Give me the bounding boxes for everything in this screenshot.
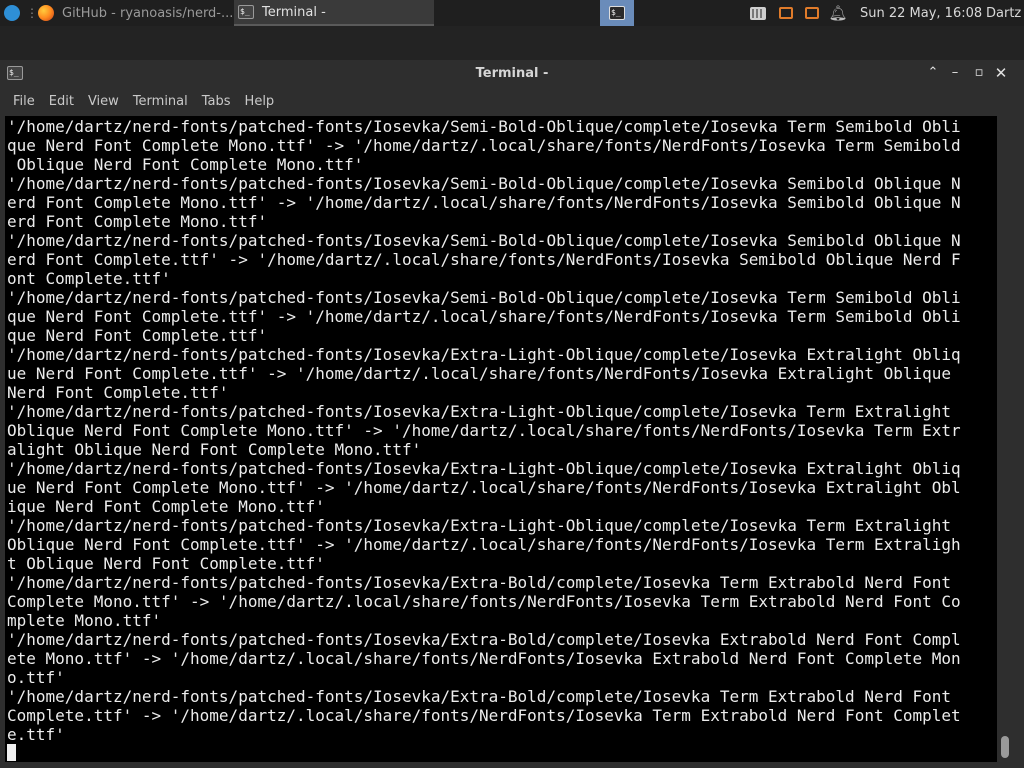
title-bar[interactable]: $_ Terminal - ⌃ – ▫ ✕ [0, 60, 1024, 88]
terminal-line: t Oblique Nerd Font Complete.ttf' [7, 554, 325, 573]
menu-terminal[interactable]: Terminal [126, 94, 195, 109]
terminal-line: erd Font Complete.ttf' -> '/home/dartz/.… [7, 250, 961, 269]
panel-clock[interactable]: Sun 22 May, 16:08 [860, 0, 982, 26]
terminal-line: ete Mono.ttf' -> '/home/dartz/.local/sha… [7, 649, 961, 668]
terminal-scrollbar[interactable] [998, 116, 1012, 762]
terminal-line: alight Oblique Nerd Font Complete Mono.t… [7, 440, 422, 459]
terminal-line: '/home/dartz/nerd-fonts/patched-fonts/Io… [7, 573, 952, 592]
terminal-window: $_ Terminal - ⌃ – ▫ ✕ File Edit View Ter… [0, 60, 1024, 768]
window-title: Terminal - [475, 66, 549, 81]
terminal-line: '/home/dartz/nerd-fonts/patched-fonts/Io… [7, 174, 961, 193]
terminal-output-area[interactable]: '/home/dartz/nerd-fonts/patched-fonts/Io… [5, 116, 997, 762]
terminal-line: ont Complete.ttf' [7, 269, 171, 288]
tray-app-button[interactable] [802, 0, 822, 26]
minimize-button[interactable]: – [946, 64, 964, 82]
terminal-icon: $_ [238, 5, 254, 19]
taskbar-item-github[interactable]: GitHub - ryanoasis/nerd-... [36, 0, 234, 26]
terminal-line: '/home/dartz/nerd-fonts/patched-fonts/Io… [7, 117, 961, 136]
terminal-line: ue Nerd Font Complete Mono.ttf' -> '/hom… [7, 478, 961, 497]
terminal-line: erd Font Complete Mono.ttf' -> '/home/da… [7, 193, 961, 212]
terminal-line: Nerd Font Complete.ttf' [7, 383, 229, 402]
terminal-line: '/home/dartz/nerd-fonts/patched-fonts/Io… [7, 402, 952, 421]
terminal-line: '/home/dartz/nerd-fonts/patched-fonts/Io… [7, 345, 961, 364]
terminal-icon: $_ [609, 6, 625, 20]
menu-help[interactable]: Help [238, 94, 282, 109]
terminal-line: Complete Mono.ttf' -> '/home/dartz/.loca… [7, 592, 961, 611]
terminal-line: que Nerd Font Complete Mono.ttf' -> '/ho… [7, 136, 961, 155]
applications-menu-button[interactable] [4, 0, 24, 26]
terminal-line: mplete Mono.ttf' [7, 611, 162, 630]
taskbar-item-label: Terminal - [262, 4, 326, 20]
scrollbar-thumb[interactable] [1001, 736, 1009, 758]
panel-separator: ⋮ [26, 6, 38, 20]
maximize-button[interactable]: ▫ [970, 64, 988, 82]
terminal-line: '/home/dartz/nerd-fonts/patched-fonts/Io… [7, 288, 961, 307]
terminal-line: '/home/dartz/nerd-fonts/patched-fonts/Io… [7, 630, 961, 649]
menu-edit[interactable]: Edit [42, 94, 81, 109]
terminal-cursor [7, 744, 16, 761]
terminal-line: Oblique Nerd Font Complete Mono.ttf' -> … [7, 421, 961, 440]
close-button[interactable]: ✕ [992, 64, 1010, 82]
menu-view[interactable]: View [81, 94, 126, 109]
terminal-line: '/home/dartz/nerd-fonts/patched-fonts/Io… [7, 231, 961, 250]
workspace-switcher[interactable]: $_ [600, 0, 634, 26]
network-tray-button[interactable] [748, 0, 768, 26]
menu-tabs[interactable]: Tabs [195, 94, 238, 109]
app-indicator-icon [779, 7, 793, 19]
terminal-line: Oblique Nerd Font Complete Mono.ttf' [7, 155, 364, 174]
terminal-line: '/home/dartz/nerd-fonts/patched-fonts/Io… [7, 687, 952, 706]
menu-file[interactable]: File [6, 94, 42, 109]
terminal-line: o.ttf' [7, 668, 65, 687]
menu-bar: File Edit View Terminal Tabs Help [0, 88, 1024, 114]
terminal-line: Complete.ttf' -> '/home/dartz/.local/sha… [7, 706, 961, 725]
terminal-line: '/home/dartz/nerd-fonts/patched-fonts/Io… [7, 516, 952, 535]
terminal-line: erd Font Complete Mono.ttf' [7, 212, 268, 231]
top-panel: ⋮ GitHub - ryanoasis/nerd-... $_ Termina… [0, 0, 1024, 26]
terminal-line: ue Nerd Font Complete.ttf' -> '/home/dar… [7, 364, 952, 383]
notifications-button[interactable]: 🔔︎ [828, 0, 848, 26]
terminal-line: que Nerd Font Complete.ttf' [7, 326, 268, 345]
shade-button[interactable]: ⌃ [924, 64, 942, 82]
app-indicator-icon [805, 7, 819, 19]
terminal-output: '/home/dartz/nerd-fonts/patched-fonts/Io… [7, 117, 997, 744]
terminal-line: que Nerd Font Complete.ttf' -> '/home/da… [7, 307, 961, 326]
taskbar-item-label: GitHub - ryanoasis/nerd-... [62, 5, 234, 21]
terminal-line: e.ttf' [7, 725, 65, 744]
taskbar-item-terminal[interactable]: $_ Terminal - [234, 0, 434, 26]
terminal-line: Oblique Nerd Font Complete.ttf' -> '/hom… [7, 535, 961, 554]
bell-icon: 🔔︎ [828, 4, 848, 22]
network-icon [750, 6, 766, 20]
terminal-line: '/home/dartz/nerd-fonts/patched-fonts/Io… [7, 459, 961, 478]
xfce-mouse-icon [4, 5, 20, 21]
firefox-icon [38, 5, 54, 21]
tray-app-button[interactable] [776, 0, 796, 26]
user-menu[interactable]: Dartz [986, 0, 1024, 26]
terminal-line: ique Nerd Font Complete Mono.ttf' [7, 497, 325, 516]
